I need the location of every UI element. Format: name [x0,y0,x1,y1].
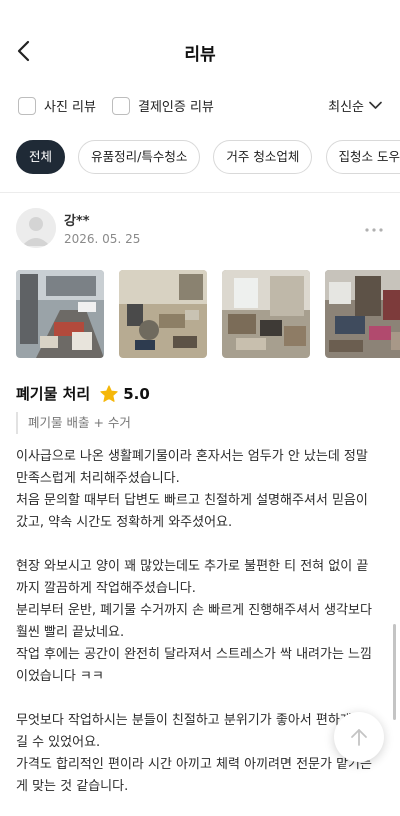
arrow-up-icon [351,729,367,746]
service-name: 폐기물 처리 [16,385,91,403]
service-title-row: 폐기물 처리 5.0 [16,383,150,404]
review-photo[interactable] [222,270,311,358]
category-chips: 전체 유품정리/특수청소 거주 청소업체 집청소 도우미 [16,140,400,176]
review-photo[interactable] [16,270,104,358]
divider [0,192,400,193]
verified-review-checkbox[interactable]: 결제인증 리뷰 [112,96,214,115]
review-date: 2026. 05. 25 [64,232,141,246]
avatar [16,208,56,248]
chip-all[interactable]: 전체 [16,140,66,174]
photo-review-label: 사진 리뷰 [44,100,96,115]
chip-residential-cleaning[interactable]: 거주 청소업체 [213,140,313,174]
avatar-placeholder-icon [16,208,56,248]
review-photo[interactable] [119,270,208,358]
chip-house-helper[interactable]: 집청소 도우미 [325,140,400,174]
sort-label: 최신순 [328,100,364,115]
chip-estate-cleanup[interactable]: 유품정리/특수청소 [78,140,201,174]
review-photos [16,270,400,360]
filter-row: 사진 리뷰 결제인증 리뷰 최신순 [0,96,400,122]
star-icon [100,384,118,402]
review-body: 이사급으로 나온 생활폐기물이라 혼자서는 엄두가 안 났는데 정말 만족스럽게… [16,446,378,798]
page-title: 리뷰 [184,45,216,65]
rating-value: 5.0 [123,384,150,403]
checkbox-box[interactable] [18,96,36,115]
header: 리뷰 [0,0,400,100]
review-paragraph: 가격도 합리적인 편이라 시간 아끼고 체력 아끼려면 전문가 맡기는 게 맞는… [16,757,372,794]
chevron-down-icon [369,101,382,109]
scroll-to-top-button[interactable] [334,712,384,762]
photo-review-checkbox[interactable]: 사진 리뷰 [18,96,96,115]
review-paragraph: 무엇보다 작업하시는 분들이 친절하고 분위기가 좋아서 편하게 맡길 수 있었… [16,713,368,750]
review-paragraph: 현장 와보시고 양이 꽤 많았는데도 추가로 불편한 티 전혀 없이 끝까지 깔… [16,559,369,596]
review-paragraph: 이사급으로 나온 생활폐기물이라 혼자서는 엄두가 안 났는데 정말 만족스럽게… [16,449,368,486]
review-photo[interactable] [325,270,400,358]
review-paragraph: 처음 문의할 때부터 답변도 빠르고 친절하게 설명해주셔서 믿음이 갔고, 약… [16,493,368,530]
checkbox-box[interactable] [112,96,130,115]
more-options-button[interactable] [364,220,384,232]
author-name: 강** [64,214,90,229]
more-icon [365,228,383,232]
verified-review-label: 결제인증 리뷰 [138,100,214,115]
scrollbar[interactable] [393,624,396,720]
review-paragraph: 작업 후에는 공간이 완전히 달라져서 스트레스가 싹 내려가는 느낌이었습니다… [16,647,372,684]
sort-dropdown[interactable]: 최신순 [328,96,382,115]
service-tag: 폐기물 배출 + 수거 [16,412,131,434]
review-paragraph: 분리부터 운반, 폐기물 수거까지 손 빠르게 진행해주셔서 생각보다 훨씬 빨… [16,603,372,640]
review-author: 강** 2026. 05. 25 [16,208,384,252]
